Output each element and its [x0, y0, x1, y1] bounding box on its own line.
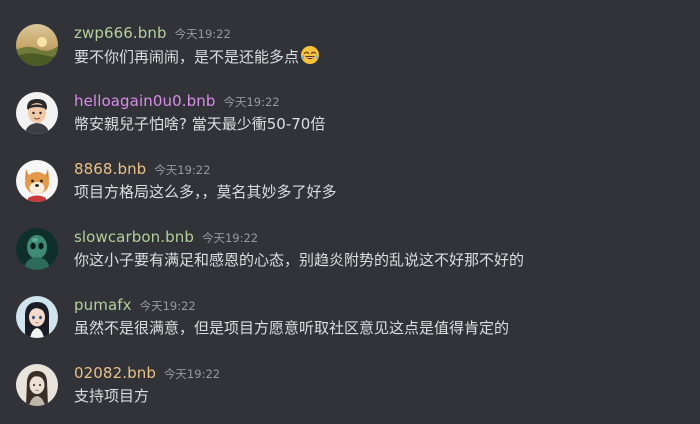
chat-message: zwp666.bnb 今天19:22 要不你们再闹闹，是不是还能多点 — [0, 24, 700, 84]
username[interactable]: helloagain0u0.bnb — [74, 92, 215, 110]
message-header: pumafx 今天19:22 — [74, 295, 196, 315]
message-text: 幣安親兒子怕啥? 當天最少衝50-70倍 — [74, 115, 326, 133]
username[interactable]: 02082.bnb — [74, 364, 156, 382]
chat-message: 8868.bnb 今天19:22 项目方格局这么多，，莫名其妙多了好多 — [0, 160, 700, 220]
face-with-tears-of-joy-icon — [301, 46, 320, 64]
chat-message: pumafx 今天19:22 虽然不是很满意，但是项目方愿意听取社区意见这点是值得… — [0, 296, 700, 356]
message-text: 要不你们再闹闹，是不是还能多点 — [74, 45, 320, 68]
username[interactable]: 8868.bnb — [74, 160, 146, 178]
chat-message: helloagain0u0.bnb 今天19:22 幣安親兒子怕啥? 當天最少衝5… — [0, 92, 700, 152]
user-avatar[interactable] — [16, 364, 58, 406]
message-header: helloagain0u0.bnb 今天19:22 — [74, 91, 280, 111]
user-avatar[interactable] — [16, 24, 58, 66]
landscape-avatar-icon — [16, 24, 58, 66]
timestamp: 今天19:22 — [139, 299, 196, 313]
username[interactable]: pumafx — [74, 296, 132, 314]
anime-girl-avatar-icon — [16, 296, 58, 338]
user-avatar[interactable] — [16, 296, 58, 338]
username[interactable]: zwp666.bnb — [74, 24, 167, 42]
chat-message: slowcarbon.bnb 今天19:22 你这小子要有满足和感恩的心态，别趋炎… — [0, 228, 700, 288]
user-avatar[interactable] — [16, 160, 58, 202]
cartoon-man-avatar-icon — [16, 92, 58, 134]
user-avatar[interactable] — [16, 92, 58, 134]
message-header: 8868.bnb 今天19:22 — [74, 159, 210, 179]
user-avatar[interactable] — [16, 228, 58, 270]
green-alien-avatar-icon — [16, 228, 58, 270]
sketch-portrait-avatar-icon — [16, 364, 58, 406]
message-text: 虽然不是很满意，但是项目方愿意听取社区意见这点是值得肯定的 — [74, 319, 510, 337]
message-body: 要不你们再闹闹，是不是还能多点 — [74, 48, 300, 66]
chat-message-list: zwp666.bnb 今天19:22 要不你们再闹闹，是不是还能多点 hello… — [0, 0, 700, 414]
timestamp: 今天19:22 — [163, 367, 221, 381]
message-text: 支持项目方 — [74, 387, 150, 405]
message-header: 02082.bnb 今天19:22 — [74, 363, 220, 383]
timestamp: 今天19:22 — [174, 27, 231, 41]
message-header: slowcarbon.bnb 今天19:22 — [74, 227, 258, 247]
shiba-dog-avatar-icon — [16, 160, 58, 202]
chat-message: 02082.bnb 今天19:22 支持项目方 — [0, 364, 700, 424]
timestamp: 今天19:22 — [201, 231, 259, 245]
timestamp: 今天19:22 — [223, 95, 280, 109]
username[interactable]: slowcarbon.bnb — [74, 228, 194, 246]
message-text: 项目方格局这么多，，莫名其妙多了好多 — [74, 183, 337, 201]
message-header: zwp666.bnb 今天19:22 — [74, 23, 231, 43]
message-text: 你这小子要有满足和感恩的心态，别趋炎附势的乱说这不好那不好的 — [74, 251, 525, 269]
timestamp: 今天19:22 — [154, 163, 211, 177]
